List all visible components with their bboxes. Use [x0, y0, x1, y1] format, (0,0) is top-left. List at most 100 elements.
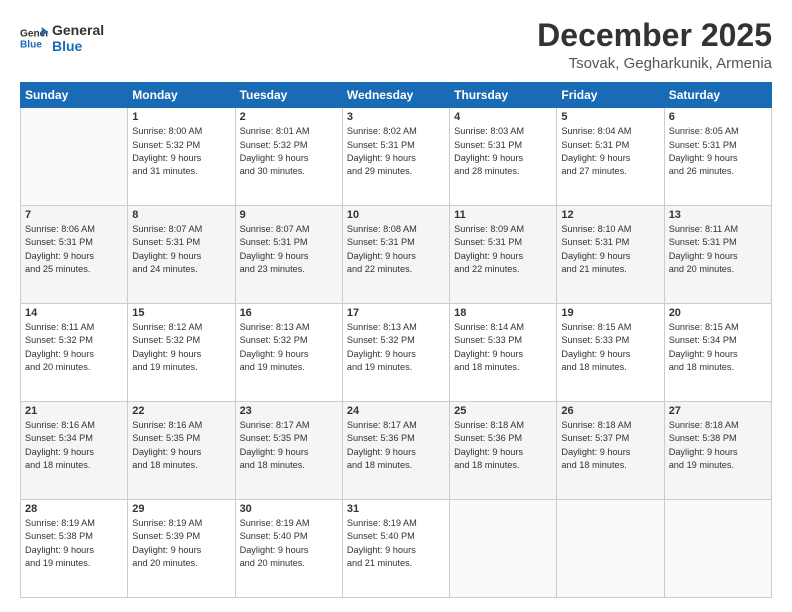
day-info: Sunrise: 8:04 AMSunset: 5:31 PMDaylight:…: [561, 125, 659, 178]
day-info: Sunrise: 8:00 AMSunset: 5:32 PMDaylight:…: [132, 125, 230, 178]
logo-text-blue: Blue: [52, 38, 104, 54]
calendar-cell: 17 Sunrise: 8:13 AMSunset: 5:32 PMDayligh…: [342, 304, 449, 402]
day-number: 3: [347, 111, 445, 123]
calendar-cell: [557, 500, 664, 598]
calendar-cell: 31Sunrise: 8:19 AMSunset: 5:40 PMDayligh…: [342, 500, 449, 598]
calendar-cell: 5 Sunrise: 8:04 AMSunset: 5:31 PMDaylight…: [557, 108, 664, 206]
day-info: Sunrise: 8:13 AMSunset: 5:32 PMDaylight:…: [347, 321, 445, 374]
title-block: December 2025 Tsovak, Gegharkunik, Armen…: [537, 18, 772, 72]
day-info: Sunrise: 8:07 AMSunset: 5:31 PMDaylight:…: [132, 223, 230, 276]
calendar-cell: 18Sunrise: 8:14 AMSunset: 5:33 PMDayligh…: [450, 304, 557, 402]
day-info: Sunrise: 8:11 AMSunset: 5:32 PMDaylight:…: [25, 321, 123, 374]
weekday-header-cell: Friday: [557, 83, 664, 108]
day-number: 20: [669, 307, 767, 319]
day-number: 6: [669, 111, 767, 123]
calendar-cell: 7Sunrise: 8:06 AMSunset: 5:31 PMDaylight…: [21, 206, 128, 304]
day-info: Sunrise: 8:13 AMSunset: 5:32 PMDaylight:…: [240, 321, 338, 374]
day-info: Sunrise: 8:08 AMSunset: 5:31 PMDaylight:…: [347, 223, 445, 276]
day-number: 5: [561, 111, 659, 123]
calendar-week-row: 21 Sunrise: 8:16 AMSunset: 5:34 PMDayligh…: [21, 402, 772, 500]
header: General Blue General Blue December 2025 …: [20, 18, 772, 72]
day-info: Sunrise: 8:05 AMSunset: 5:31 PMDaylight:…: [669, 125, 767, 178]
calendar-cell: 10 Sunrise: 8:08 AMSunset: 5:31 PMDayligh…: [342, 206, 449, 304]
day-number: 1: [132, 111, 230, 123]
calendar-cell: 13 Sunrise: 8:11 AMSunset: 5:31 PMDayligh…: [664, 206, 771, 304]
calendar-cell: 23 Sunrise: 8:17 AMSunset: 5:35 PMDayligh…: [235, 402, 342, 500]
day-info: Sunrise: 8:12 AMSunset: 5:32 PMDaylight:…: [132, 321, 230, 374]
day-number: 9: [240, 209, 338, 221]
day-number: 18: [454, 307, 552, 319]
day-number: 15: [132, 307, 230, 319]
day-number: 2: [240, 111, 338, 123]
logo-icon: General Blue: [20, 24, 48, 52]
day-number: 14: [25, 307, 123, 319]
day-number: 28: [25, 503, 123, 515]
day-number: 12: [561, 209, 659, 221]
day-info: Sunrise: 8:15 AMSunset: 5:33 PMDaylight:…: [561, 321, 659, 374]
day-info: Sunrise: 8:19 AMSunset: 5:38 PMDaylight:…: [25, 517, 123, 570]
calendar-cell: 6 Sunrise: 8:05 AMSunset: 5:31 PMDaylight…: [664, 108, 771, 206]
day-info: Sunrise: 8:16 AMSunset: 5:34 PMDaylight:…: [25, 419, 123, 472]
calendar-cell: 9 Sunrise: 8:07 AMSunset: 5:31 PMDaylight…: [235, 206, 342, 304]
day-info: Sunrise: 8:19 AMSunset: 5:40 PMDaylight:…: [347, 517, 445, 570]
day-number: 22: [132, 405, 230, 417]
calendar-cell: 11 Sunrise: 8:09 AMSunset: 5:31 PMDayligh…: [450, 206, 557, 304]
weekday-header-cell: Wednesday: [342, 83, 449, 108]
calendar-cell: 29Sunrise: 8:19 AMSunset: 5:39 PMDayligh…: [128, 500, 235, 598]
calendar-cell: 2 Sunrise: 8:01 AMSunset: 5:32 PMDaylight…: [235, 108, 342, 206]
day-info: Sunrise: 8:19 AMSunset: 5:39 PMDaylight:…: [132, 517, 230, 570]
day-info: Sunrise: 8:18 AMSunset: 5:37 PMDaylight:…: [561, 419, 659, 472]
calendar-week-row: 7Sunrise: 8:06 AMSunset: 5:31 PMDaylight…: [21, 206, 772, 304]
day-number: 25: [454, 405, 552, 417]
day-info: Sunrise: 8:07 AMSunset: 5:31 PMDaylight:…: [240, 223, 338, 276]
weekday-header-row: SundayMondayTuesdayWednesdayThursdayFrid…: [21, 83, 772, 108]
page: General Blue General Blue December 2025 …: [0, 0, 792, 612]
day-info: Sunrise: 8:09 AMSunset: 5:31 PMDaylight:…: [454, 223, 552, 276]
calendar-week-row: 28 Sunrise: 8:19 AMSunset: 5:38 PMDayligh…: [21, 500, 772, 598]
calendar-cell: 3 Sunrise: 8:02 AMSunset: 5:31 PMDaylight…: [342, 108, 449, 206]
day-info: Sunrise: 8:03 AMSunset: 5:31 PMDaylight:…: [454, 125, 552, 178]
calendar-cell: 24 Sunrise: 8:17 AMSunset: 5:36 PMDayligh…: [342, 402, 449, 500]
day-number: 24: [347, 405, 445, 417]
calendar-cell: 12 Sunrise: 8:10 AMSunset: 5:31 PMDayligh…: [557, 206, 664, 304]
day-number: 21: [25, 405, 123, 417]
weekday-header-cell: Tuesday: [235, 83, 342, 108]
calendar-cell: 22 Sunrise: 8:16 AMSunset: 5:35 PMDayligh…: [128, 402, 235, 500]
day-info: Sunrise: 8:16 AMSunset: 5:35 PMDaylight:…: [132, 419, 230, 472]
calendar-table: SundayMondayTuesdayWednesdayThursdayFrid…: [20, 82, 772, 598]
day-info: Sunrise: 8:02 AMSunset: 5:31 PMDaylight:…: [347, 125, 445, 178]
month-title: December 2025: [537, 18, 772, 53]
day-info: Sunrise: 8:17 AMSunset: 5:35 PMDaylight:…: [240, 419, 338, 472]
calendar-body: 1 Sunrise: 8:00 AMSunset: 5:32 PMDaylight…: [21, 108, 772, 598]
calendar-cell: 26Sunrise: 8:18 AMSunset: 5:37 PMDayligh…: [557, 402, 664, 500]
day-number: 16: [240, 307, 338, 319]
calendar-cell: 8 Sunrise: 8:07 AMSunset: 5:31 PMDaylight…: [128, 206, 235, 304]
calendar-cell: 15 Sunrise: 8:12 AMSunset: 5:32 PMDayligh…: [128, 304, 235, 402]
day-number: 10: [347, 209, 445, 221]
day-info: Sunrise: 8:15 AMSunset: 5:34 PMDaylight:…: [669, 321, 767, 374]
calendar-cell: [450, 500, 557, 598]
day-number: 11: [454, 209, 552, 221]
day-info: Sunrise: 8:11 AMSunset: 5:31 PMDaylight:…: [669, 223, 767, 276]
logo: General Blue General Blue: [20, 22, 104, 54]
day-number: 23: [240, 405, 338, 417]
day-number: 8: [132, 209, 230, 221]
day-number: 13: [669, 209, 767, 221]
logo-text-general: General: [52, 22, 104, 38]
calendar-cell: 14 Sunrise: 8:11 AMSunset: 5:32 PMDayligh…: [21, 304, 128, 402]
calendar-week-row: 14 Sunrise: 8:11 AMSunset: 5:32 PMDayligh…: [21, 304, 772, 402]
day-info: Sunrise: 8:10 AMSunset: 5:31 PMDaylight:…: [561, 223, 659, 276]
day-info: Sunrise: 8:19 AMSunset: 5:40 PMDaylight:…: [240, 517, 338, 570]
calendar-cell: 27Sunrise: 8:18 AMSunset: 5:38 PMDayligh…: [664, 402, 771, 500]
day-number: 30: [240, 503, 338, 515]
location: Tsovak, Gegharkunik, Armenia: [537, 55, 772, 72]
day-number: 19: [561, 307, 659, 319]
svg-text:Blue: Blue: [20, 39, 42, 50]
calendar-week-row: 1 Sunrise: 8:00 AMSunset: 5:32 PMDaylight…: [21, 108, 772, 206]
day-info: Sunrise: 8:18 AMSunset: 5:36 PMDaylight:…: [454, 419, 552, 472]
day-info: Sunrise: 8:18 AMSunset: 5:38 PMDaylight:…: [669, 419, 767, 472]
day-info: Sunrise: 8:17 AMSunset: 5:36 PMDaylight:…: [347, 419, 445, 472]
day-number: 17: [347, 307, 445, 319]
weekday-header-cell: Saturday: [664, 83, 771, 108]
day-info: Sunrise: 8:01 AMSunset: 5:32 PMDaylight:…: [240, 125, 338, 178]
